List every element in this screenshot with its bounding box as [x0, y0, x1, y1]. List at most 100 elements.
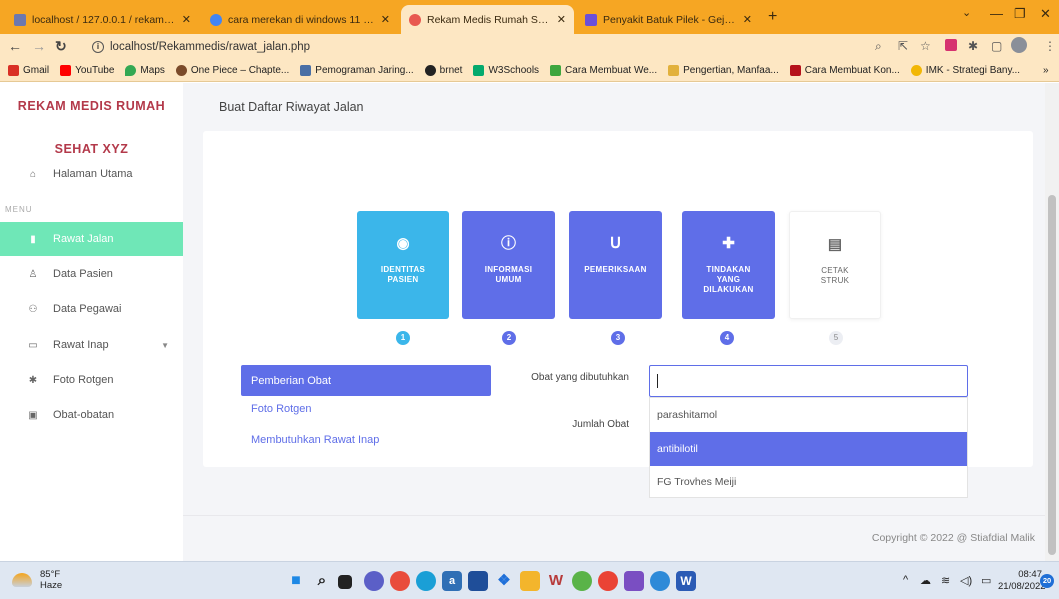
home-icon: ⌂ [29, 168, 37, 180]
back-icon[interactable]: ← [8, 38, 22, 54]
extensions-puzzle-icon[interactable]: ✱ [968, 39, 978, 53]
obat-input[interactable] [649, 365, 968, 397]
bookmark-pemograman[interactable]: Pemograman Jaring... [300, 65, 414, 76]
site-info-icon[interactable]: i [92, 41, 104, 53]
close-icon[interactable]: ✕ [381, 13, 390, 26]
tab-search-icon[interactable]: ⌄ [962, 6, 971, 19]
bookmark-gmail[interactable]: Gmail [8, 65, 49, 76]
store-icon[interactable] [468, 571, 488, 591]
bookmark-cara-membuat-kon[interactable]: Cara Membuat Kon... [789, 65, 900, 76]
bookmark-youtube[interactable]: YouTube [60, 65, 114, 76]
windows-start-icon[interactable]: ■ [286, 571, 306, 591]
subnav-pemberian-obat[interactable]: Pemberian Obat [241, 365, 491, 396]
step-cetak-struk[interactable]: ▤ CETAK STRUK [789, 211, 881, 319]
bookmark-cara-membuat-we[interactable]: Cara Membuat We... [550, 65, 657, 76]
step-label: TINDAKAN YANG DILAKUKAN [703, 265, 754, 294]
reload-icon[interactable]: ↻ [55, 38, 67, 55]
word-icon-a[interactable]: a [442, 571, 462, 591]
subnav-foto-rotgen[interactable]: Foto Rotgen [241, 396, 491, 422]
search-icon[interactable]: ⌕ [312, 571, 332, 591]
forward-icon[interactable]: → [32, 38, 46, 54]
x-ray-icon: ✱ [28, 374, 38, 386]
whatsapp-icon[interactable] [572, 571, 592, 591]
app-icon[interactable] [650, 571, 670, 591]
subnav-membutuhkan-rawat-inap[interactable]: Membutuhkan Rawat Inap [241, 427, 491, 453]
step-informasi-umum[interactable]: ⓘ INFORMASI UMUM [462, 211, 555, 319]
bookmark-star-icon[interactable]: ☆ [920, 39, 931, 53]
browser-tab-phpmyadmin[interactable]: localhost / 127.0.0.1 / rekam_me ✕ [6, 5, 199, 34]
step-number-2: 2 [502, 331, 516, 345]
sidebar: REKAM MEDIS RUMAH SEHAT XYZ ⌂ Halaman Ut… [0, 83, 183, 561]
close-icon[interactable]: ✕ [743, 13, 752, 26]
new-tab-button[interactable]: + [768, 8, 777, 26]
sidebar-item-data-pegawai[interactable]: ⚇ Data Pegawai [0, 292, 183, 326]
edge-icon[interactable] [416, 571, 436, 591]
sidepanel-icon[interactable]: ▢ [991, 39, 1002, 53]
bookmark-label: Maps [140, 65, 165, 76]
wifi-icon[interactable]: ≋ [941, 574, 950, 587]
sidebar-item-foto-rotgen[interactable]: ✱ Foto Rotgen [0, 363, 183, 397]
bookmark-pengertian[interactable]: Pengertian, Manfaa... [668, 65, 779, 76]
bookmark-brnet[interactable]: brnet [424, 65, 462, 76]
sidebar-item-label: Data Pasien [53, 268, 113, 280]
volume-icon[interactable]: ◁) [960, 574, 972, 587]
notification-badge[interactable]: 20 [1040, 574, 1054, 588]
browser-tab-batuk-pilek[interactable]: Penyakit Batuk Pilek - Gejala, Pen ✕ [577, 5, 760, 34]
sidebar-item-obat-obatan[interactable]: ▣ Obat-obatan [0, 398, 183, 432]
dropdown-option[interactable]: parashitamol [650, 398, 967, 432]
profile-avatar[interactable] [1011, 37, 1027, 53]
battery-icon[interactable]: ▭ [981, 574, 991, 587]
onedrive-icon[interactable]: ☁ [920, 574, 931, 587]
dropdown-option-highlighted[interactable]: antibilotil [650, 432, 967, 466]
sidebar-item-data-pasien[interactable]: ♙ Data Pasien [0, 257, 183, 291]
w3schools-icon [473, 65, 485, 76]
bookmark-label: W3Schools [488, 65, 540, 76]
editor-icon[interactable] [624, 571, 644, 591]
bookmark-maps[interactable]: Maps [125, 65, 165, 76]
tab-label: Rekam Medis Rumah Sehat XYZ - [427, 13, 551, 26]
bookmark-label: Gmail [23, 65, 50, 76]
share-icon[interactable]: ⇱ [898, 39, 908, 53]
file-explorer-icon[interactable] [520, 571, 540, 591]
bookmark-one-piece[interactable]: One Piece – Chapte... [175, 65, 289, 76]
minimize-icon[interactable]: — [990, 6, 1003, 21]
step-pemeriksaan[interactable]: Ս PEMERIKSAAN [569, 211, 662, 319]
clock[interactable]: 08:47 21/08/2022 [998, 569, 1046, 593]
chrome-icon[interactable] [598, 571, 618, 591]
bookmark-w3schools[interactable]: W3Schools [473, 65, 539, 76]
url-bar[interactable]: i localhost/Rekammedis/rawat_jalan.php [92, 37, 862, 57]
sidebar-item-halaman-utama[interactable]: ⌂ Halaman Utama [0, 157, 183, 191]
restore-icon[interactable]: ❐ [1014, 6, 1026, 22]
close-icon[interactable]: ✕ [182, 13, 191, 26]
more-bookmarks-icon[interactable]: » [1043, 65, 1049, 76]
dropbox-icon[interactable]: ❖ [494, 571, 514, 591]
sidebar-item-rawat-jalan[interactable]: ▮ Rawat Jalan [0, 222, 183, 256]
weather-widget[interactable]: 85°F Haze [12, 569, 62, 591]
brnet-icon [424, 65, 436, 76]
bookmark-imk[interactable]: IMK - Strategi Bany... [910, 65, 1020, 76]
close-window-icon[interactable]: ✕ [1040, 6, 1051, 22]
step-identitas-pasien[interactable]: ◉ IDENTITAS PASIEN [357, 211, 449, 319]
browser-tab-rekam-medis[interactable]: Rekam Medis Rumah Sehat XYZ - ✕ [401, 5, 574, 34]
clock-time: 08:47 [1018, 569, 1042, 580]
firefox-icon[interactable] [390, 571, 410, 591]
first-aid-icon: ✚ [722, 235, 735, 252]
tray-overflow-icon[interactable]: ^ [903, 574, 908, 586]
close-icon[interactable]: ✕ [557, 13, 566, 26]
bookmark-label: YouTube [75, 65, 115, 76]
word-icon[interactable]: W [676, 571, 696, 591]
task-view-icon[interactable] [338, 575, 352, 589]
chat-icon[interactable] [364, 571, 384, 591]
browser-tab-google[interactable]: cara merekan di windows 11 - Pe ✕ [202, 5, 398, 34]
extension-icon[interactable] [945, 39, 957, 51]
dropdown-option[interactable]: FG Trovhes Meiji [650, 465, 967, 499]
page-scrollbar[interactable] [1045, 83, 1059, 561]
scrollbar-thumb[interactable] [1048, 195, 1056, 555]
zoom-icon[interactable]: ⌕ [875, 39, 882, 54]
winrar-icon[interactable]: W [546, 571, 566, 591]
browser-menu-icon[interactable]: ⋮ [1044, 39, 1056, 53]
file-medical-icon: ▮ [30, 233, 36, 245]
step-tindakan[interactable]: ✚ TINDAKAN YANG DILAKUKAN [682, 211, 775, 319]
sidebar-item-rawat-inap[interactable]: ▭ Rawat Inap ▼ [0, 328, 183, 362]
step-label: CETAK STRUK [820, 266, 850, 285]
